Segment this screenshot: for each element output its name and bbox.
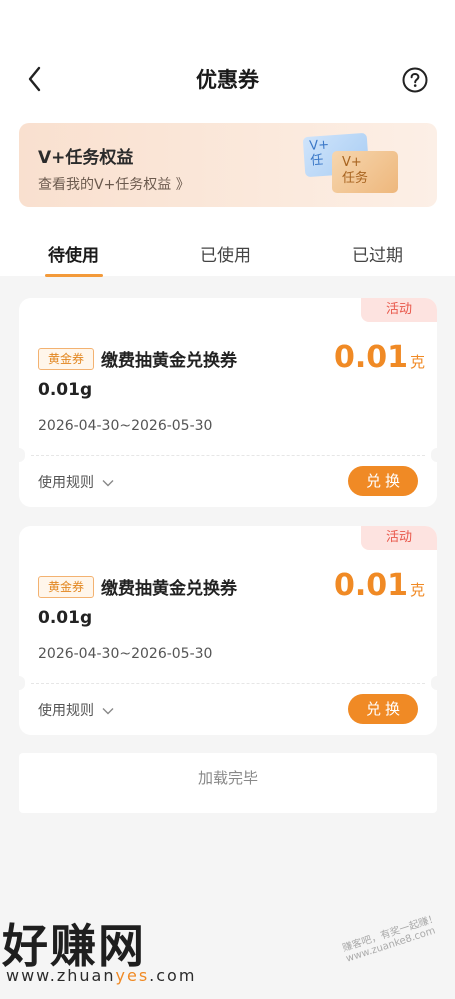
coupon-weight: 0.01g [38,380,93,400]
chevron-down-icon [102,480,114,487]
coupon-value-number: 0.01 [334,568,409,603]
usage-rules-toggle[interactable]: 使用规则 [38,472,114,492]
divider [31,683,425,684]
left-notch [19,676,25,690]
coupon-value-unit: 克 [410,581,426,599]
redeem-button[interactable]: 兑换 [348,466,418,496]
coupon-card: 活动 黄金券 缴费抽黄金兑换券 0.01g 0.01 克 2026-04-30~2… [19,298,437,507]
tab-bar: 待使用 已使用 已过期 [0,236,455,276]
right-notch [431,448,437,462]
banner-subtitle: 查看我的V+任务权益 》 [38,177,190,193]
coupon-name: 缴费抽黄金兑换券 [101,579,237,599]
redeem-button[interactable]: 兑换 [348,694,418,724]
chevron-down-icon [102,708,114,715]
vplus-task-banner[interactable]: V+任务权益 查看我的V+任务权益 》 V+ 任 V+ 任务 [19,123,437,207]
coupon-value: 0.01 克 [334,340,425,375]
gold-coupon-badge: 黄金券 [38,348,94,370]
usage-rules-label: 使用规则 [38,703,94,719]
banner-title: V+任务权益 [38,148,134,168]
coupon-name: 缴费抽黄金兑换券 [101,351,237,371]
coupon-validity-date: 2026-04-30~2026-05-30 [38,646,213,662]
gold-coupon-badge: 黄金券 [38,576,94,598]
activity-tag: 活动 [361,526,437,550]
tab-used[interactable]: 已使用 [200,241,251,266]
coupon-validity-date: 2026-04-30~2026-05-30 [38,418,213,434]
watermark-small-text: 赚客吧，有奖一起赚！www.zuanke8.com [341,912,440,965]
right-notch [431,676,437,690]
tab-expired[interactable]: 已过期 [352,241,403,266]
tab-pending[interactable]: 待使用 [48,241,99,266]
banner-illustration: V+ 任 V+ 任务 [274,123,434,207]
question-circle-icon [402,67,428,93]
page-title: 优惠券 [196,68,259,92]
coupon-value-unit: 克 [410,353,426,371]
load-complete-text: 加载完毕 [19,753,437,813]
left-notch [19,448,25,462]
gold-card-illustration: V+ 任务 [332,151,398,193]
divider [31,455,425,456]
active-tab-indicator [45,274,103,277]
coupon-value-number: 0.01 [334,340,409,375]
coupon-value: 0.01 克 [334,568,425,603]
watermark: 好赚网 www.zhuanyes.com 赚客吧，有奖一起赚！www.zuank… [0,910,455,999]
coupon-card: 活动 黄金券 缴费抽黄金兑换券 0.01g 0.01 克 2026-04-30~2… [19,526,437,735]
activity-tag: 活动 [361,298,437,322]
watermark-url: www.zhuanyes.com [6,966,197,985]
usage-rules-toggle[interactable]: 使用规则 [38,700,114,720]
coupon-weight: 0.01g [38,608,93,628]
help-button[interactable] [401,66,429,94]
usage-rules-label: 使用规则 [38,475,94,491]
